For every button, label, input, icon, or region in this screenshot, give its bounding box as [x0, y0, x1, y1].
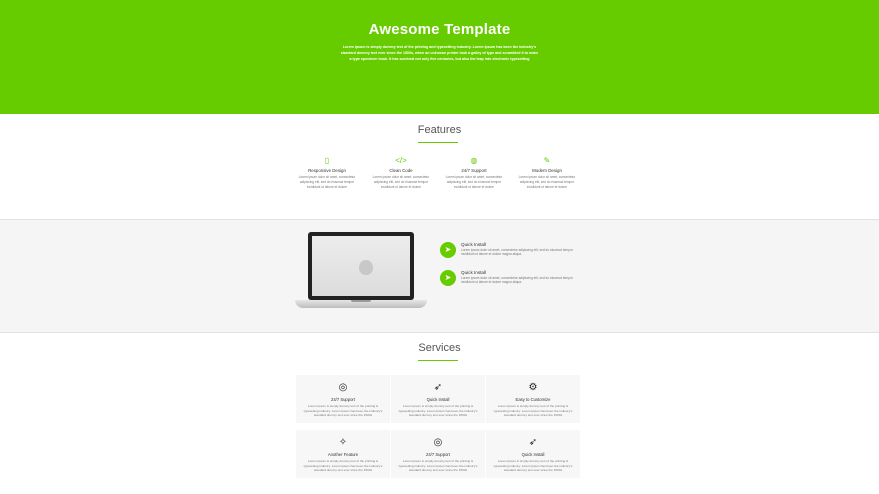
service-card: ◎ 24/7 Support Lorem Ipsum is simply dum… — [391, 430, 485, 478]
feature-title: Modern Design — [532, 168, 562, 173]
support-icon: ◎ — [338, 382, 348, 393]
highlight-title: Quick Install — [461, 242, 487, 247]
service-card: ➶ Quick Install Lorem Ipsum is simply du… — [391, 375, 485, 423]
feature-support: ◍ 24/7 Support Lorem ipsum dolor sit ame… — [441, 156, 507, 189]
rocket-icon: ➶ — [528, 437, 538, 448]
hero-text: Lorem Ipsum is simply dummy text of the … — [340, 45, 539, 61]
highlight-text: Lorem ipsum dolor sit amet, consectetur … — [461, 276, 573, 285]
features-title: Features — [417, 124, 462, 136]
service-text: Lorem Ipsum is simply dummy text of the … — [493, 404, 573, 417]
feature-text: Lorem ipsum dolor sit amet, consectetur … — [445, 175, 503, 189]
hero-title: Awesome Template — [368, 21, 511, 38]
service-title: Quick Install — [426, 397, 450, 402]
service-text: Lorem Ipsum is simply dummy text of the … — [398, 404, 478, 417]
pencil-icon: ✎ — [543, 156, 551, 165]
service-card: ⚙ Easy to Customize Lorem Ipsum is simpl… — [486, 375, 580, 423]
service-title: Quick Install — [521, 452, 545, 457]
feature-clean-code: </> Clean Code Lorem ipsum dolor sit ame… — [368, 156, 434, 189]
feature-text: Lorem ipsum dolor sit amet, consectetur … — [298, 175, 356, 189]
highlight-text: Lorem ipsum dolor sit amet, consectetur … — [461, 248, 573, 257]
features-underline — [418, 142, 458, 143]
services-underline — [418, 360, 458, 361]
service-card: ◎ 24/7 Support Lorem Ipsum is simply dum… — [296, 375, 390, 423]
feature-title: Clean Code — [389, 168, 413, 173]
service-card: ➶ Quick Install Lorem Ipsum is simply du… — [486, 430, 580, 478]
service-title: 24/7 Support — [331, 397, 355, 402]
support-icon: ◍ — [470, 156, 478, 165]
laptop-screen — [308, 232, 414, 300]
highlight-item: ➤ Quick Install Lorem ipsum dolor sit am… — [440, 270, 580, 290]
feature-responsive-design: ▯ Responsive Design Lorem ipsum dolor si… — [294, 156, 360, 189]
magic-wand-icon: ✧ — [338, 437, 348, 448]
service-card: ✧ Another Feature Lorem Ipsum is simply … — [296, 430, 390, 478]
gears-icon: ⚙ — [528, 382, 538, 393]
rocket-icon: ➤ — [440, 270, 456, 286]
service-title: Another Feature — [327, 452, 359, 457]
highlight-item: ➤ Quick Install Lorem ipsum dolor sit am… — [440, 242, 580, 262]
code-icon: </> — [395, 156, 407, 165]
hero-banner: Awesome Template Lorem Ipsum is simply d… — [0, 0, 879, 114]
laptop-image — [295, 232, 427, 318]
service-title: 24/7 Support — [426, 452, 450, 457]
laptop-base — [295, 300, 427, 308]
feature-modern-design: ✎ Modern Design Lorem ipsum dolor sit am… — [514, 156, 580, 189]
service-text: Lorem Ipsum is simply dummy text of the … — [493, 459, 573, 472]
service-title: Easy to Customize — [515, 397, 551, 402]
services-title: Services — [418, 342, 461, 354]
feature-text: Lorem ipsum dolor sit amet, consectetur … — [518, 175, 576, 189]
feature-title: Responsive Design — [308, 168, 346, 173]
rocket-icon: ➶ — [433, 382, 443, 393]
service-text: Lorem Ipsum is simply dummy text of the … — [398, 459, 478, 472]
service-text: Lorem Ipsum is simply dummy text of the … — [303, 404, 383, 417]
highlight-title: Quick Install — [461, 270, 487, 275]
support-icon: ◎ — [433, 437, 443, 448]
feature-text: Lorem ipsum dolor sit amet, consectetur … — [372, 175, 430, 189]
rocket-icon: ➤ — [440, 242, 456, 258]
service-text: Lorem Ipsum is simply dummy text of the … — [303, 459, 383, 472]
mobile-icon: ▯ — [324, 156, 330, 165]
apple-logo-icon — [359, 260, 373, 275]
feature-title: 24/7 Support — [461, 168, 487, 173]
